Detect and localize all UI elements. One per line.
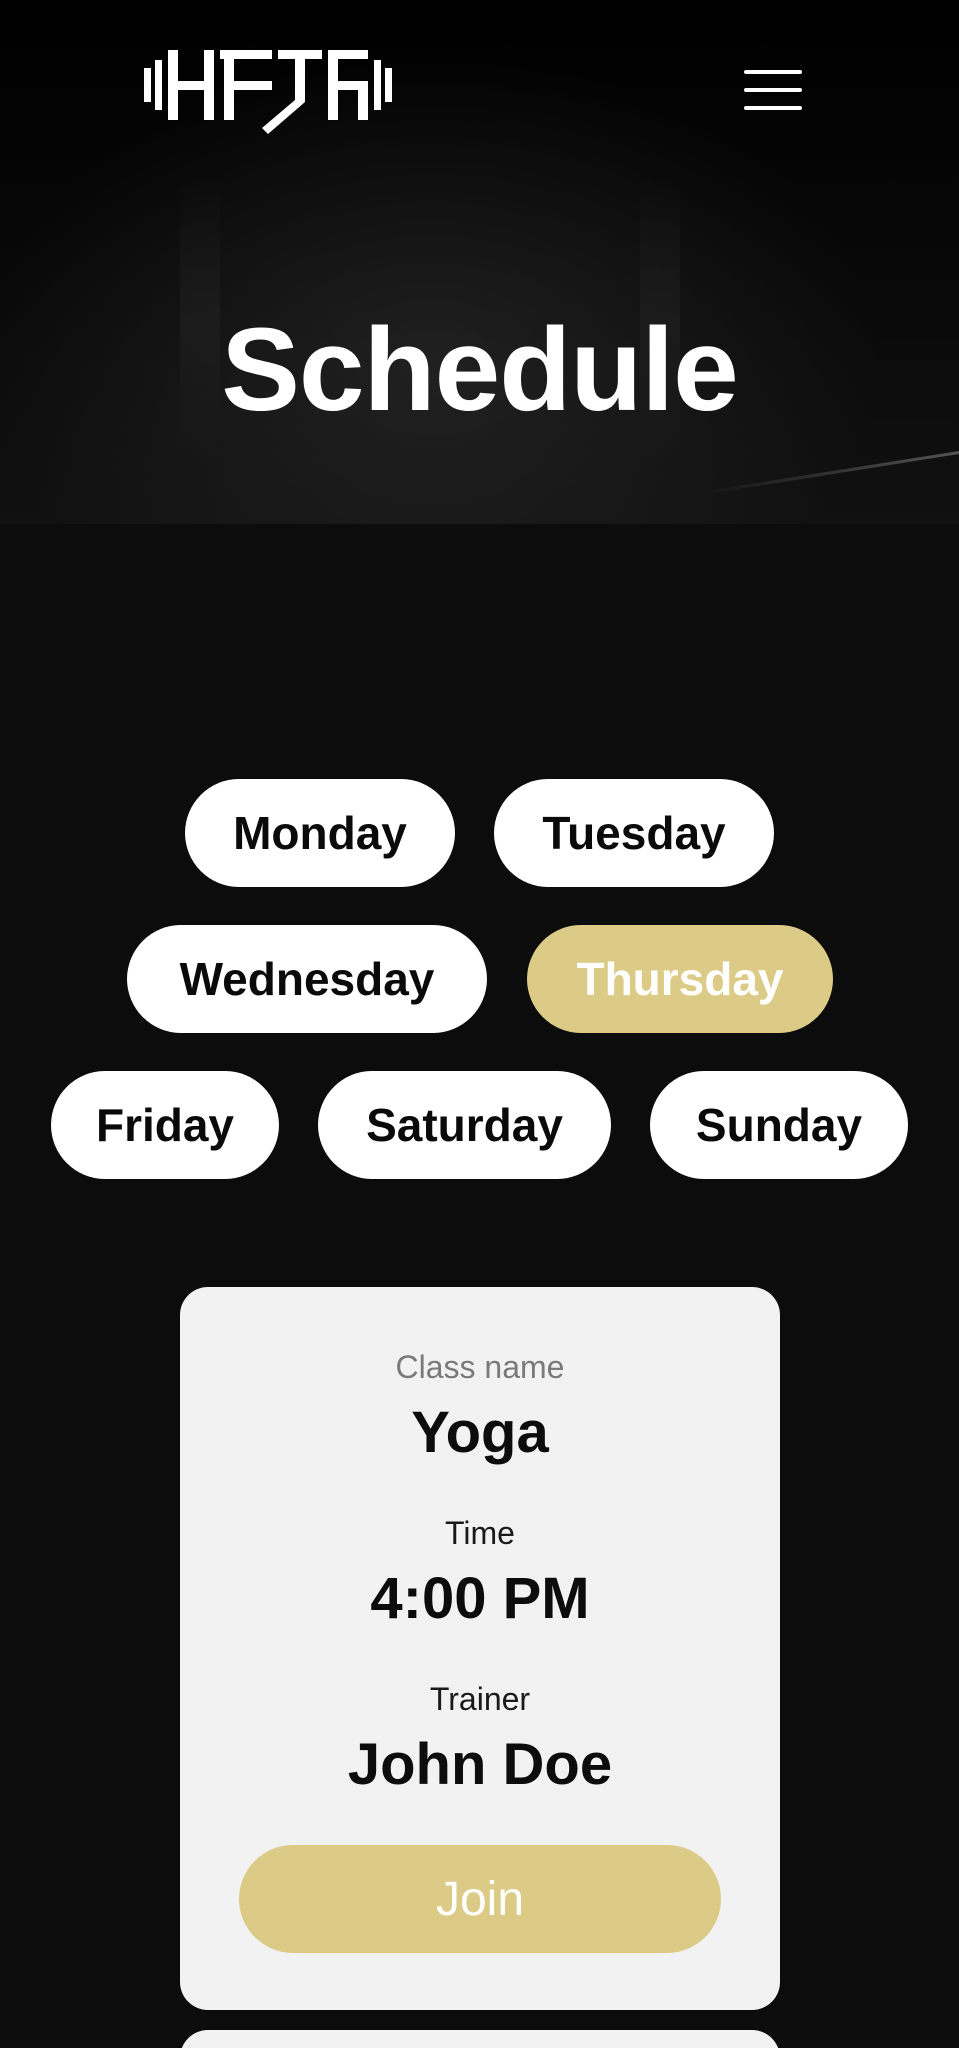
day-button-friday[interactable]: Friday bbox=[51, 1071, 279, 1179]
day-button-tuesday[interactable]: Tuesday bbox=[494, 779, 774, 887]
trainer-name: John Doe bbox=[347, 1732, 613, 1797]
hamburger-icon bbox=[744, 88, 802, 92]
hatf-logo-icon[interactable] bbox=[144, 42, 392, 134]
day-button-thursday[interactable]: Thursday bbox=[527, 925, 833, 1033]
next-class-card bbox=[180, 2030, 780, 2048]
menu-button[interactable] bbox=[742, 66, 806, 114]
trainer-label: Trainer bbox=[429, 1681, 531, 1717]
background-decoration bbox=[700, 448, 959, 495]
hamburger-icon bbox=[744, 106, 802, 110]
schedule-page: Schedule Monday Tuesday Wednesday Thursd… bbox=[0, 0, 959, 2048]
hero-header: Schedule bbox=[0, 0, 959, 524]
day-button-sunday[interactable]: Sunday bbox=[650, 1071, 908, 1179]
page-title: Schedule bbox=[221, 304, 739, 436]
hamburger-icon bbox=[744, 70, 802, 74]
day-button-monday[interactable]: Monday bbox=[185, 779, 455, 887]
class-name: Yoga bbox=[411, 1400, 549, 1465]
class-name-label: Class name bbox=[395, 1349, 565, 1385]
class-card: Class name Yoga Time 4:00 PM Trainer Joh… bbox=[180, 1287, 780, 2010]
day-button-saturday[interactable]: Saturday bbox=[318, 1071, 611, 1179]
join-button[interactable]: Join bbox=[239, 1845, 721, 1953]
time-label: Time bbox=[445, 1515, 515, 1551]
class-time: 4:00 PM bbox=[370, 1566, 590, 1631]
day-button-wednesday[interactable]: Wednesday bbox=[127, 925, 487, 1033]
